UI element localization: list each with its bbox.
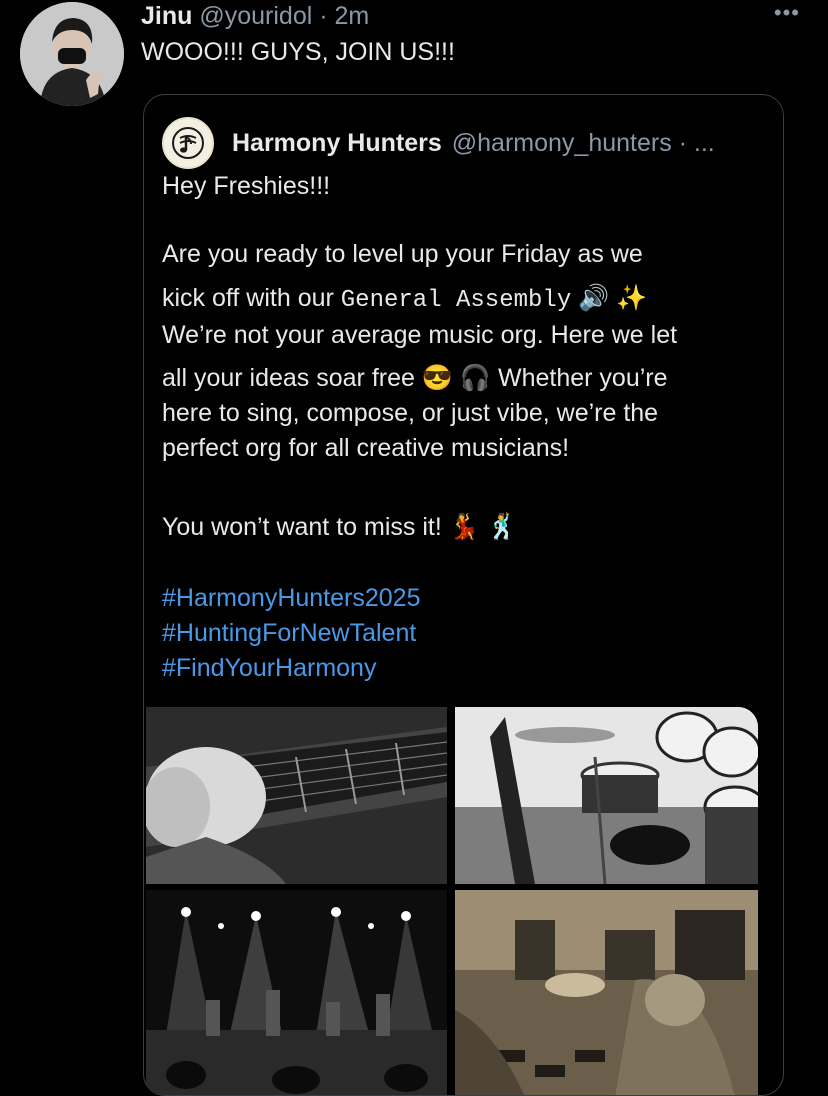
body-line: perfect org for all creative musicians!	[162, 434, 570, 462]
hashtag-link[interactable]: #HuntingForNewTalent	[162, 616, 777, 651]
quoted-body: Hey Freshies!!! Are you ready to level u…	[162, 167, 777, 686]
body-line: all your ideas soar free 😎 🎧 Whether you…	[162, 364, 668, 392]
greeting-text: Hey Freshies!!!	[162, 172, 331, 200]
quoted-author-name[interactable]: Harmony Hunters	[232, 129, 442, 158]
general-assembly-text: General Assembly	[340, 287, 572, 314]
tweet-header: Jinu @youridol · 2m	[141, 2, 369, 31]
music-note-logo-icon[interactable]	[162, 117, 214, 169]
body-line: here to sing, compose, or just vibe, we’…	[162, 399, 659, 427]
guitar-closeup-photo[interactable]	[146, 707, 447, 884]
drum-kit-photo[interactable]	[455, 707, 758, 884]
hashtag-list: #HarmonyHunters2025 #HuntingForNewTalent…	[162, 581, 777, 686]
separator-dot: ·	[319, 2, 328, 30]
hashtag-link[interactable]: #HarmonyHunters2025	[162, 581, 777, 616]
quoted-header: Harmony Hunters @harmony_hunters · ...	[162, 117, 715, 169]
author-name[interactable]: Jinu	[141, 2, 192, 30]
closing-line: You won’t want to miss it! 💃 🕺	[162, 513, 518, 541]
body-line: Are you ready to level up your Friday as…	[162, 240, 643, 268]
quoted-tweet[interactable]: Harmony Hunters @harmony_hunters · ... H…	[143, 94, 784, 1096]
more-dots-icon[interactable]: •••	[774, 0, 800, 26]
band-on-stage-photo[interactable]	[146, 890, 447, 1095]
quoted-author-handle[interactable]: @harmony_hunters · ...	[452, 129, 715, 158]
avatar[interactable]	[20, 2, 124, 106]
media-grid	[146, 707, 760, 1095]
author-handle[interactable]: @youridol	[199, 2, 312, 30]
band-practice-photo[interactable]	[455, 890, 758, 1095]
hashtag-link[interactable]: #FindYourHarmony	[162, 651, 777, 686]
body-line: We’re not your average music org. Here w…	[162, 321, 678, 349]
tweet-text: WOOO!!! GUYS, JOIN US!!!	[141, 38, 455, 66]
timestamp[interactable]: 2m	[335, 2, 370, 30]
body-line: kick off with our General Assembly 🔊 ✨	[162, 284, 648, 314]
